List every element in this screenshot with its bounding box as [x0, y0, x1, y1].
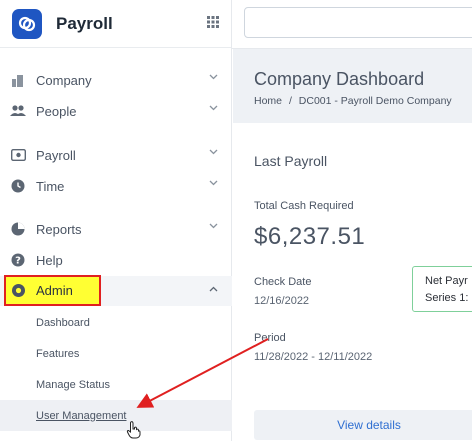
hand-cursor-icon: [126, 421, 141, 439]
annotation-arrow: [136, 338, 269, 408]
